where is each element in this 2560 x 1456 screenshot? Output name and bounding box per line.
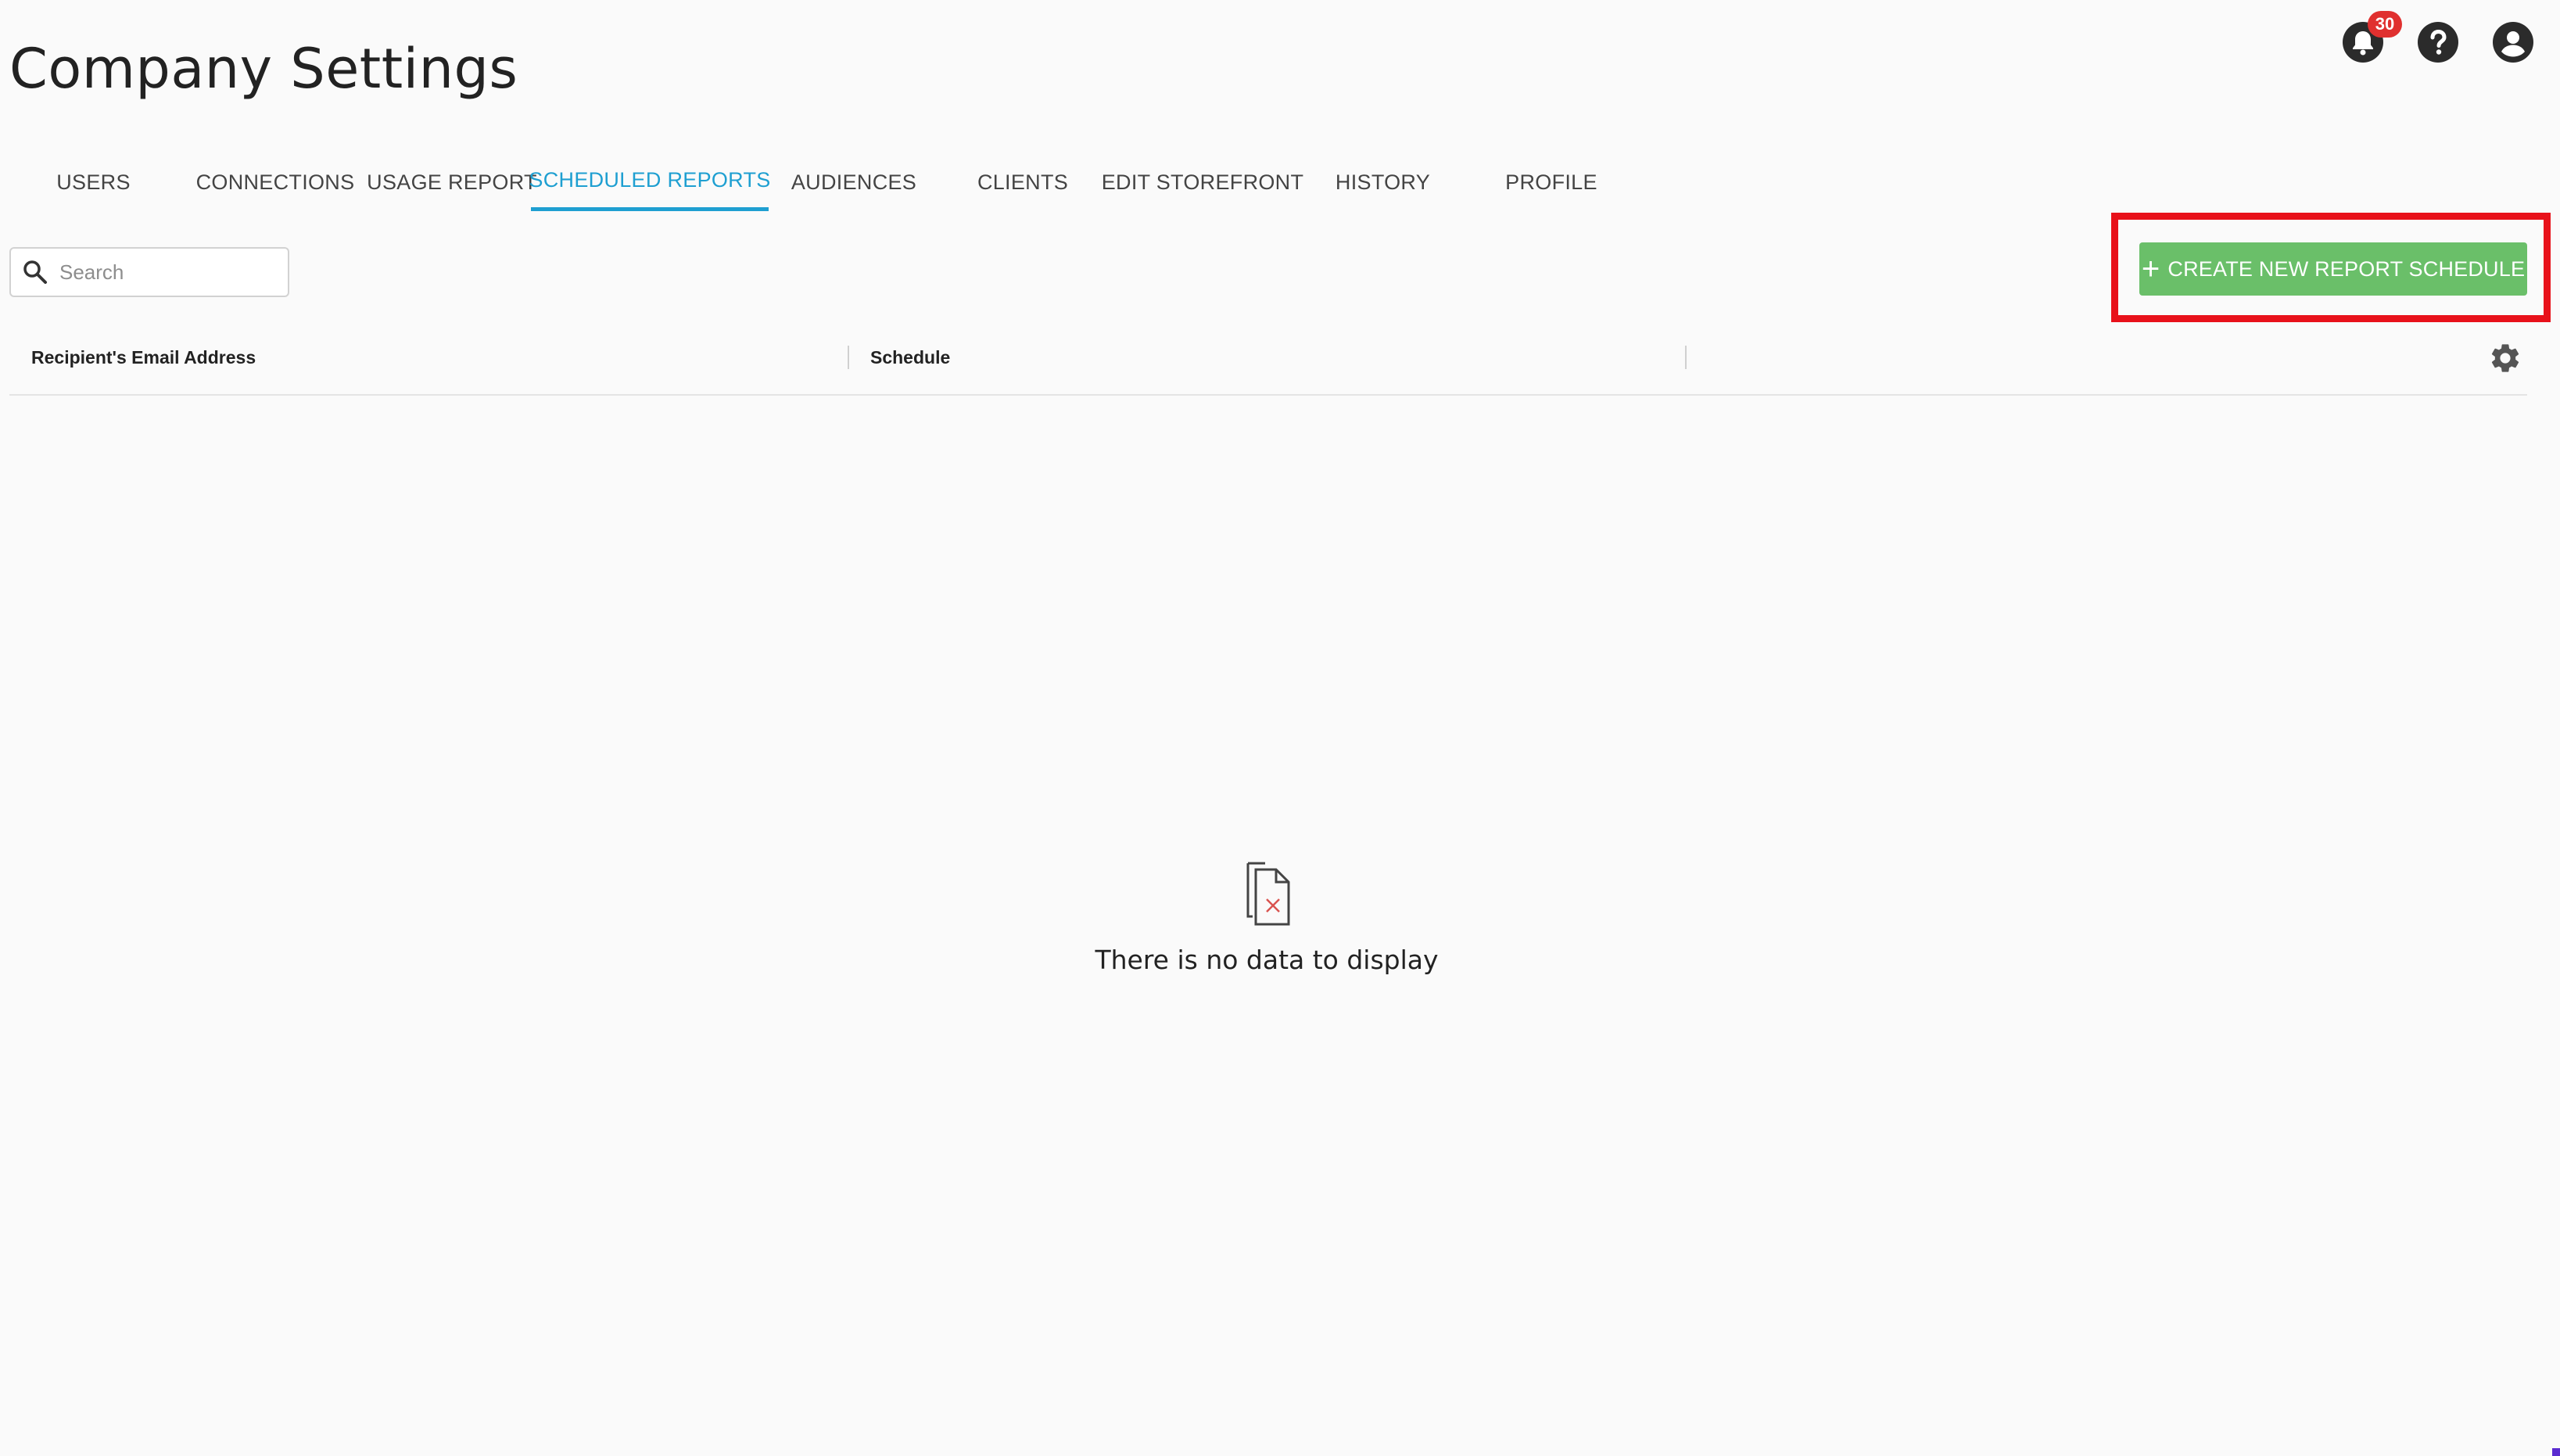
search-icon bbox=[23, 260, 47, 284]
column-resize-handle[interactable] bbox=[848, 346, 849, 369]
settings-tabs: USERS CONNECTIONS USAGE REPORT SCHEDULED… bbox=[9, 153, 1636, 211]
account-button[interactable] bbox=[2491, 20, 2535, 64]
gear-icon bbox=[2491, 344, 2519, 372]
header-actions: 30 bbox=[2341, 11, 2535, 64]
create-report-schedule-button[interactable]: + CREATE NEW REPORT SCHEDULE bbox=[2139, 242, 2527, 296]
create-report-schedule-label: CREATE NEW REPORT SCHEDULE bbox=[2167, 256, 2526, 281]
tab-history[interactable]: HISTORY bbox=[1299, 153, 1467, 211]
notifications-button[interactable]: 30 bbox=[2341, 11, 2402, 64]
column-header-recipient-email[interactable]: Recipient's Email Address bbox=[31, 347, 256, 368]
tab-edit-storefront[interactable]: EDIT STOREFRONT bbox=[1102, 153, 1303, 211]
tab-scheduled-reports[interactable]: SCHEDULED REPORTS bbox=[529, 153, 770, 211]
search-field[interactable] bbox=[9, 247, 289, 297]
empty-state: There is no data to display bbox=[1016, 857, 1517, 975]
table-header: Recipient's Email Address Schedule bbox=[9, 328, 2527, 396]
column-header-schedule[interactable]: Schedule bbox=[870, 347, 950, 368]
tab-users[interactable]: USERS bbox=[9, 153, 177, 211]
window-corner-decoration bbox=[2552, 1448, 2560, 1456]
table-settings-button[interactable] bbox=[2488, 341, 2522, 375]
tab-clients[interactable]: CLIENTS bbox=[939, 153, 1106, 211]
tab-usage-report[interactable]: USAGE REPORT bbox=[367, 153, 536, 211]
column-resize-handle[interactable] bbox=[1685, 346, 1687, 369]
no-data-document-icon bbox=[1246, 862, 1290, 926]
page-title: Company Settings bbox=[9, 37, 518, 101]
tab-audiences[interactable]: AUDIENCES bbox=[769, 153, 939, 211]
account-circle-icon bbox=[2493, 22, 2533, 63]
notification-count-badge: 30 bbox=[2368, 11, 2402, 38]
help-button[interactable] bbox=[2416, 20, 2460, 64]
tab-profile[interactable]: PROFILE bbox=[1467, 153, 1636, 211]
help-circle-icon bbox=[2418, 22, 2458, 63]
plus-icon: + bbox=[2141, 252, 2160, 286]
empty-state-message: There is no data to display bbox=[1095, 945, 1439, 975]
tab-connections[interactable]: CONNECTIONS bbox=[177, 153, 373, 211]
search-input[interactable] bbox=[58, 259, 280, 285]
